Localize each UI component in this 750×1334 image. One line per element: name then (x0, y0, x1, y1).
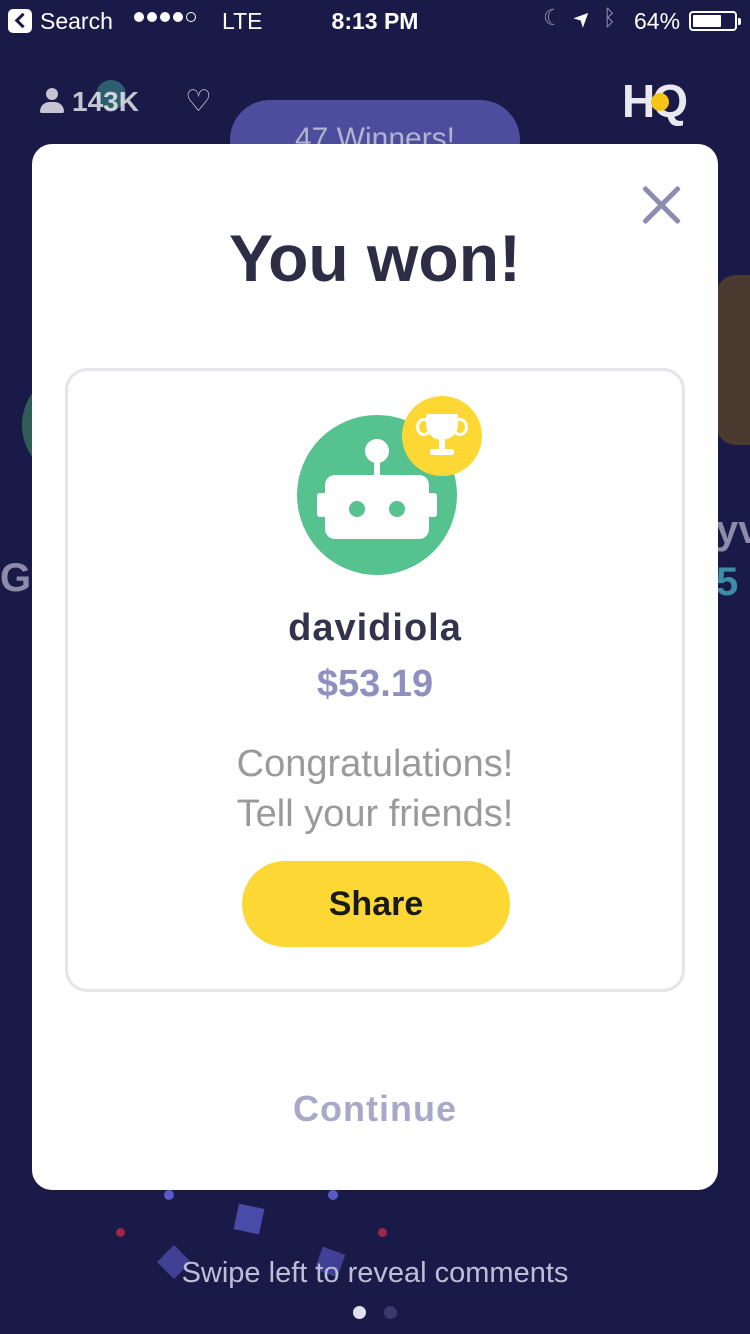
congrats-line-2: Tell your friends! (236, 793, 514, 835)
swipe-hint: Swipe left to reveal comments (181, 1257, 569, 1289)
confetti-piece (164, 1190, 174, 1200)
hq-logo: HQ (622, 74, 688, 128)
continue-button[interactable]: Continue (32, 1088, 718, 1130)
confetti-piece (378, 1228, 387, 1237)
winner-prize: $53.19 (316, 663, 434, 705)
page-dot (384, 1306, 397, 1319)
status-bar: Search LTE 8:13 PM ☾ ➤ ᛒ 64% (0, 0, 750, 40)
viewer-count: 143K (72, 85, 139, 117)
confetti-piece (328, 1190, 338, 1200)
confetti-piece (233, 1203, 265, 1235)
do-not-disturb-icon: ☾ (543, 5, 563, 30)
modal-title: You won! (228, 221, 522, 295)
winner-modal: You won! davidiola $53.19 Congratulation… (32, 144, 718, 1190)
battery-percent: 64% (634, 8, 681, 34)
background-prize-right: 5 (716, 560, 739, 604)
background-avatar-right (716, 275, 750, 445)
share-button[interactable]: Share (242, 861, 510, 947)
bluetooth-icon: ᛒ (603, 5, 617, 30)
congrats-line-1: Congratulations! (236, 743, 514, 785)
battery-icon (689, 11, 741, 31)
congrats-message: Congratulations! Tell your friends! (68, 739, 682, 839)
viewer-count-group: 143K ♡ (40, 84, 212, 119)
winner-card: davidiola $53.19 Congratulations! Tell y… (65, 368, 685, 992)
page-dot-active (353, 1306, 366, 1319)
confetti-piece (116, 1228, 125, 1237)
trophy-icon (402, 396, 482, 476)
page-indicator (0, 1306, 750, 1319)
heart-icon[interactable]: ♡ (185, 84, 212, 119)
background-name-left: G (0, 556, 32, 600)
winner-username: davidiola (288, 607, 462, 649)
background-name-right: yv (716, 508, 750, 552)
viewers-icon (40, 87, 64, 116)
